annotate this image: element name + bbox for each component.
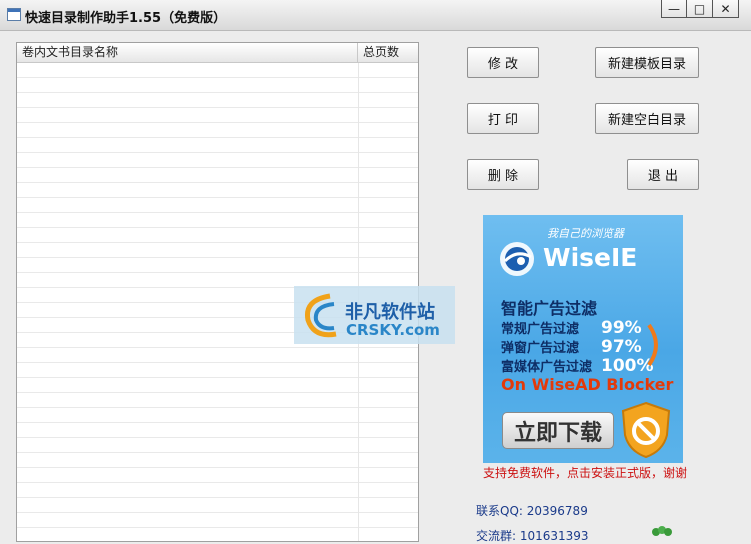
title-bar: 快速目录制作助手1.55（免费版） — □ ✕ — [0, 0, 751, 31]
minimize-button[interactable]: — — [661, 0, 687, 18]
ad-download-button[interactable]: 立即下载 — [502, 412, 614, 449]
ad-feature-label: 弹窗广告过滤 — [501, 341, 580, 356]
ad-slogan: 我自己的浏览器 — [547, 227, 624, 240]
orange-bracket-icon — [647, 323, 658, 367]
window-title: 快速目录制作助手1.55（免费版） — [25, 11, 227, 26]
crsky-watermark: 非凡软件站 CRSKY.com — [294, 286, 455, 344]
print-button[interactable]: 打 印 — [467, 103, 539, 134]
ad-feature-row: 弹窗广告过滤 97% — [501, 337, 642, 357]
ad-feature-label: 常规广告过滤 — [501, 322, 580, 337]
close-button[interactable]: ✕ — [713, 0, 739, 18]
app-window-icon — [7, 8, 21, 21]
delete-button[interactable]: 删 除 — [467, 159, 539, 190]
modify-button[interactable]: 修 改 — [467, 47, 539, 78]
new-blank-directory-button[interactable]: 新建空白目录 — [595, 103, 699, 134]
crsky-logo-icon — [304, 293, 337, 338]
ad-feature-value: 97% — [601, 337, 642, 357]
ad-feature-label: 富媒体广告过滤 — [501, 360, 593, 375]
ad-feature-row: 富媒体广告过滤 100% — [501, 356, 654, 376]
ad-feature-title: 智能广告过滤 — [501, 299, 598, 318]
new-template-directory-button[interactable]: 新建模板目录 — [595, 47, 699, 78]
ad-feature-value: 99% — [601, 318, 642, 338]
column-header-pages[interactable]: 总页数 — [358, 43, 418, 62]
exit-button[interactable]: 退 出 — [627, 159, 699, 190]
decorative-plant-icon — [652, 526, 672, 536]
shield-block-icon — [621, 401, 671, 459]
support-link[interactable]: 支持免费软件，点击安装正式版，谢谢 — [483, 464, 687, 481]
contact-qq: 联系QQ: 20396789 — [476, 504, 588, 518]
window-controls: — □ ✕ — [661, 0, 739, 18]
watermark-en-text: CRSKY.com — [346, 321, 440, 339]
ad-brand: WiseIE — [543, 243, 638, 272]
ad-blocker-text: On WiseAD Blocker — [501, 375, 674, 394]
contact-group: 交流群: 101631393 — [476, 529, 589, 543]
wiseie-ad-banner[interactable]: 我自己的浏览器 WiseIE 智能广告过滤 常规广告过滤 99% 弹窗广告过滤 … — [483, 215, 683, 463]
list-header: 卷内文书目录名称 总页数 — [17, 43, 418, 63]
ad-feature-row: 常规广告过滤 99% — [501, 318, 642, 338]
wiseie-logo-icon — [500, 242, 534, 276]
maximize-button[interactable]: □ — [687, 0, 713, 18]
column-header-name[interactable]: 卷内文书目录名称 — [17, 43, 358, 62]
